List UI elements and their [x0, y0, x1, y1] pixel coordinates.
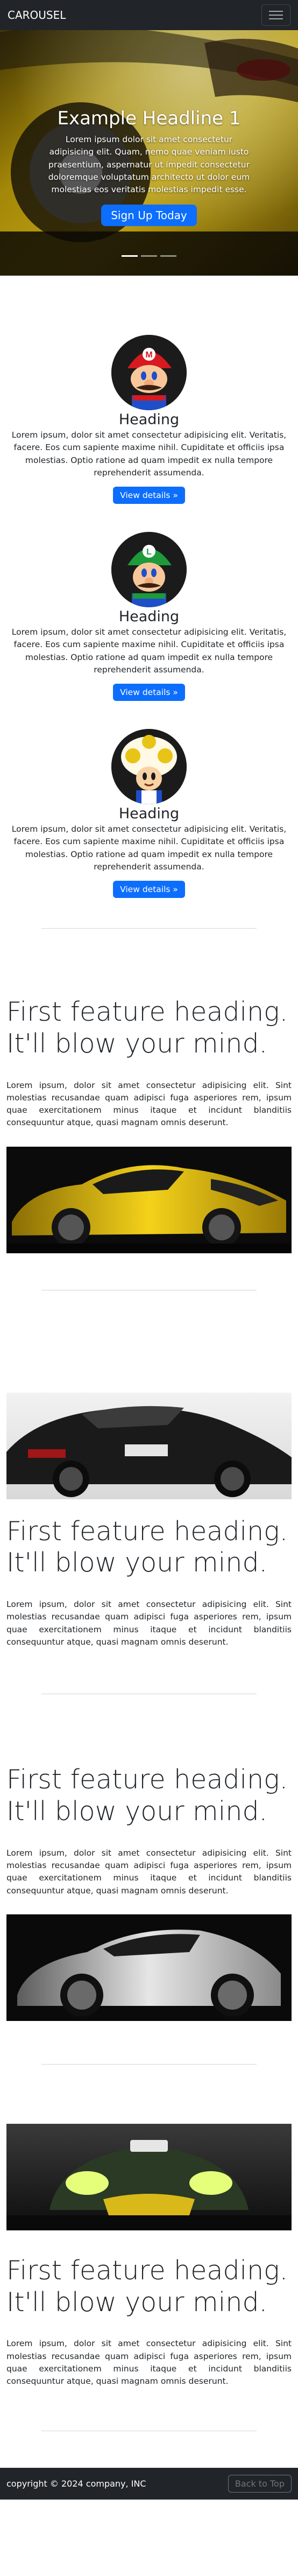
- feature-heading-line2: It'll blow your mind.: [6, 1795, 268, 1827]
- hero-caption: Example Headline 1 Lorem ipsum dolor sit…: [46, 108, 252, 227]
- luigi-avatar: L: [111, 532, 187, 607]
- footer: copyright © 2024 company, INC Back to To…: [0, 2468, 298, 2500]
- feature-text: Lorem ipsum, dolor sit amet consectetur …: [6, 1599, 292, 1647]
- feature-heading: First feature heading. It'll blow your m…: [6, 2255, 292, 2319]
- navbar-toggler-icon[interactable]: [261, 4, 290, 26]
- yellow-sports-car-image: [6, 1146, 292, 1253]
- marketing-text: Lorem ipsum, dolor sit amet consectetur …: [11, 824, 287, 872]
- feature-heading-line1: First feature heading.: [6, 1515, 288, 1547]
- marketing-column: Heading Lorem ipsum, dolor sit amet cons…: [6, 729, 292, 898]
- marketing-heading: Heading: [118, 411, 180, 428]
- feature-heading-line1: First feature heading.: [6, 1764, 288, 1795]
- marketing-text: Lorem ipsum, dolor sit amet consectetur …: [11, 430, 287, 478]
- feature-section: First feature heading. It'll blow your m…: [0, 2123, 298, 2388]
- carousel-indicator-1[interactable]: [122, 255, 138, 257]
- black-coupe-image: [6, 1392, 292, 1499]
- mario-avatar: M: [111, 335, 187, 410]
- navbar: CAROUSEL: [0, 0, 298, 30]
- carousel-indicator-3[interactable]: [160, 255, 176, 257]
- feature-heading: First feature heading. It'll blow your m…: [6, 1516, 292, 1580]
- hero-text: Lorem ipsum dolor sit amet consectetur a…: [48, 135, 250, 194]
- feature-text: Lorem ipsum, dolor sit amet consectetur …: [6, 1080, 292, 1128]
- sign-up-button[interactable]: Sign Up Today: [101, 205, 197, 227]
- race-car-front-image: [6, 2123, 292, 2230]
- feature-heading-line1: First feature heading.: [6, 996, 288, 1027]
- feature-text: Lorem ipsum, dolor sit amet consectetur …: [6, 1848, 292, 1896]
- feature-heading-line1: First feature heading.: [6, 2255, 288, 2286]
- feature-heading: First feature heading. It'll blow your m…: [6, 996, 292, 1060]
- view-details-button[interactable]: View details »: [113, 684, 185, 701]
- svg-text:M: M: [145, 350, 152, 360]
- view-details-button[interactable]: View details »: [113, 881, 185, 898]
- hero-carousel: Example Headline 1 Lorem ipsum dolor sit…: [0, 0, 298, 276]
- feature-section: First feature heading. It'll blow your m…: [0, 1764, 298, 2021]
- hero-title: Example Headline 1: [57, 108, 241, 129]
- toad-avatar: [111, 729, 187, 804]
- marketing-heading: Heading: [118, 608, 180, 625]
- silver-gtr-image: [6, 1914, 292, 2021]
- divider: [41, 2063, 257, 2065]
- view-details-button[interactable]: View details »: [113, 487, 185, 504]
- marketing-column: M Heading Lorem ipsum, dolor sit amet co…: [6, 335, 292, 504]
- carousel-indicator-2[interactable]: [141, 255, 157, 257]
- marketing-column: L Heading Lorem ipsum, dolor sit amet co…: [6, 532, 292, 701]
- feature-text: Lorem ipsum, dolor sit amet consectetur …: [6, 2339, 292, 2387]
- marketing-heading: Heading: [118, 805, 180, 822]
- feature-section: First feature heading. It'll blow your m…: [0, 996, 298, 1253]
- feature-heading: First feature heading. It'll blow your m…: [6, 1764, 292, 1828]
- feature-heading-line2: It'll blow your mind.: [6, 2286, 268, 2318]
- feature-heading-line2: It'll blow your mind.: [6, 1028, 268, 1059]
- navbar-brand[interactable]: CAROUSEL: [8, 9, 66, 22]
- feature-section: First feature heading. It'll blow your m…: [0, 1392, 298, 1649]
- footer-copyright: copyright © 2024 company, INC: [6, 2479, 146, 2489]
- feature-heading-line2: It'll blow your mind.: [6, 1547, 268, 1578]
- divider: [41, 928, 257, 929]
- marketing-section: M Heading Lorem ipsum, dolor sit amet co…: [0, 335, 298, 898]
- marketing-text: Lorem ipsum, dolor sit amet consectetur …: [11, 627, 287, 675]
- svg-text:L: L: [146, 548, 152, 557]
- carousel-indicators: [0, 255, 298, 257]
- back-to-top-link[interactable]: Back to Top: [228, 2475, 292, 2493]
